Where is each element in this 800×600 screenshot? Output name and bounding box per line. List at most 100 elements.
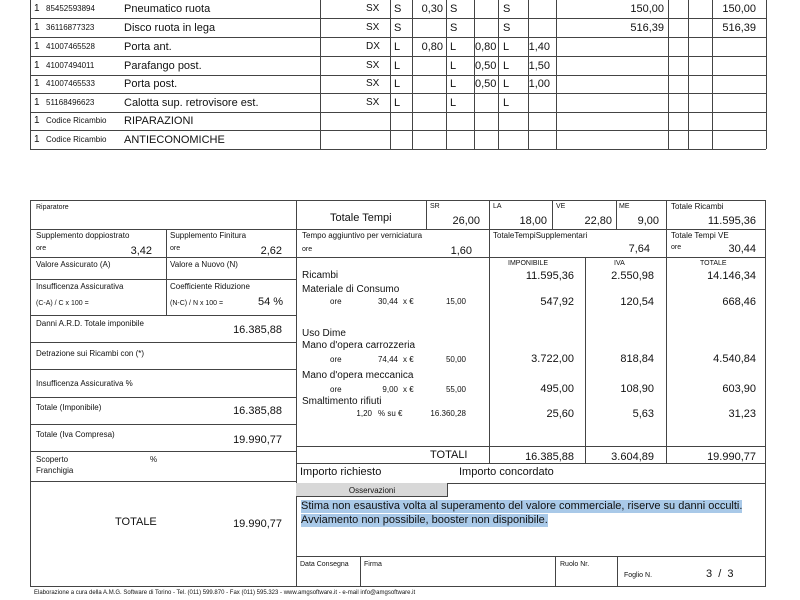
ricambi-iva: 2.550,98 bbox=[611, 270, 654, 282]
parts-cell-side: SX bbox=[366, 60, 380, 71]
materiale-unit: ore bbox=[330, 297, 342, 306]
me-label: ME bbox=[619, 203, 630, 210]
ve-label: VE bbox=[556, 203, 566, 210]
parts-cell-side: SX bbox=[366, 22, 380, 33]
parts-cell-c5: L bbox=[503, 60, 510, 72]
parts-cell-qty: 1 bbox=[34, 115, 40, 126]
importo-richiesto-label: Importo richiesto bbox=[300, 466, 382, 478]
data-consegna-label: Data Consegna bbox=[300, 561, 349, 568]
column-divider bbox=[390, 0, 391, 149]
supp-dopp-label: Supplemento doppiostrato bbox=[36, 231, 130, 240]
carrozzeria-rate: 50,00 bbox=[445, 355, 466, 364]
rifiuti-imponibile: 25,60 bbox=[546, 408, 574, 420]
parts-cell-c6: 1,00 bbox=[528, 78, 550, 90]
parts-cell-c4: 0,80 bbox=[475, 41, 497, 53]
totale-ricambi-value: 11.595,36 bbox=[707, 215, 756, 227]
parts-cell-c3: L bbox=[450, 97, 457, 109]
me-value: 9,00 bbox=[637, 215, 659, 227]
parts-cell-side: SX bbox=[366, 97, 380, 108]
parts-cell-total: 516,39 bbox=[722, 22, 756, 34]
parts-cell-desc: Porta ant. bbox=[124, 41, 172, 53]
foglio-label: Foglio N. bbox=[624, 572, 653, 579]
parts-cell-c1: S bbox=[394, 3, 402, 15]
danni-value: 16.385,88 bbox=[233, 324, 282, 336]
parts-cell-c3: S bbox=[450, 3, 458, 15]
parts-cell-c1: S bbox=[394, 22, 402, 34]
parts-cell-desc: Porta post. bbox=[124, 78, 178, 90]
parts-cell-code: Codice Ricambio bbox=[46, 116, 107, 125]
carrozzeria-iva: 818,84 bbox=[620, 353, 654, 365]
carrozzeria-imponibile: 3.722,00 bbox=[531, 353, 574, 365]
column-divider bbox=[320, 0, 321, 149]
materiale-imponibile: 547,92 bbox=[540, 296, 574, 308]
parts-cell-c1: L bbox=[394, 41, 401, 53]
column-divider bbox=[498, 0, 499, 149]
carrozzeria-label: Mano d'opera carrozzeria bbox=[302, 340, 416, 351]
meccanica-imponibile: 495,00 bbox=[540, 383, 574, 395]
uso-dime-label: Uso Dime bbox=[302, 328, 346, 339]
totale-imponibile-label: Totale (Imponibile) bbox=[36, 403, 102, 412]
rifiuti-base: 16.360,28 bbox=[430, 409, 466, 418]
parts-cell-price: 516,39 bbox=[630, 22, 664, 34]
osservazioni-text-line2[interactable]: Avviamento non possibile, booster non di… bbox=[301, 514, 548, 527]
parts-cell-c5: L bbox=[503, 41, 510, 53]
carrozzeria-totale: 4.540,84 bbox=[713, 353, 756, 365]
parts-cell-qty: 1 bbox=[34, 134, 40, 145]
parts-cell-qty: 1 bbox=[34, 78, 40, 89]
parts-cell-code: 85452593894 bbox=[46, 4, 95, 13]
parts-cell-qty: 1 bbox=[34, 60, 40, 71]
parts-cell-c1: L bbox=[394, 78, 401, 90]
parts-cell-c1: L bbox=[394, 97, 401, 109]
tempi-supplementari-label: TotaleTempiSupplementari bbox=[493, 231, 588, 240]
parts-cell-c5: S bbox=[503, 22, 511, 34]
row-divider bbox=[30, 18, 766, 19]
totale-header: TOTALE bbox=[700, 260, 727, 267]
firma-label: Firma bbox=[364, 561, 382, 568]
row-divider bbox=[30, 75, 766, 76]
insufficienza-pct-label: Insufficenza Assicurativa % bbox=[36, 379, 133, 388]
parts-cell-desc: Parafango post. bbox=[124, 60, 202, 72]
materiale-x: x € bbox=[403, 297, 414, 306]
imponibile-header: IMPONIBILE bbox=[508, 260, 549, 267]
rifiuti-x: % su € bbox=[378, 409, 403, 418]
parts-cell-code: 41007494011 bbox=[46, 61, 95, 70]
supp-fin-unit: ore bbox=[170, 245, 181, 252]
row-divider bbox=[30, 56, 766, 57]
parts-cell-c3: L bbox=[450, 41, 457, 53]
rifiuti-iva: 5,63 bbox=[632, 408, 654, 420]
column-divider bbox=[766, 0, 767, 149]
scoperto-label: Scoperto bbox=[36, 455, 69, 464]
totale-iva-label: Totale (Iva Compresa) bbox=[36, 430, 115, 439]
parts-cell-desc: Disco ruota in lega bbox=[124, 22, 216, 34]
column-divider bbox=[474, 0, 475, 149]
parts-cell-qty: 1 bbox=[34, 3, 40, 14]
parts-cell-desc: Calotta sup. retrovisore est. bbox=[124, 97, 259, 109]
column-divider bbox=[412, 0, 413, 149]
parts-cell-c1: L bbox=[394, 60, 401, 72]
parts-cell-side: SX bbox=[366, 78, 380, 89]
parts-cell-c3: L bbox=[450, 60, 457, 72]
valore-assicurato-label: Valore Assicurato (A) bbox=[36, 260, 111, 269]
insufficienza-formula: (C-A) / C x 100 = bbox=[36, 300, 89, 307]
meccanica-unit: ore bbox=[330, 385, 342, 394]
carrozzeria-hours: 74,44 bbox=[377, 355, 398, 364]
row-divider bbox=[30, 130, 766, 131]
la-label: LA bbox=[493, 203, 502, 210]
column-divider bbox=[668, 0, 669, 149]
materiale-hours: 30,44 bbox=[377, 297, 398, 306]
meccanica-label: Mano d'opera meccanica bbox=[302, 370, 414, 381]
supp-fin-value: 2,62 bbox=[260, 245, 282, 257]
materiale-iva: 120,54 bbox=[620, 296, 654, 308]
parts-cell-desc: RIPARAZIONI bbox=[124, 115, 194, 127]
totali-label: TOTALI bbox=[430, 449, 468, 461]
parts-cell-side: SX bbox=[366, 3, 380, 14]
franchigia-label: Franchigia bbox=[36, 466, 74, 475]
osservazioni-text-line1[interactable]: Stima non esaustiva volta al superamento… bbox=[301, 500, 743, 513]
meccanica-rate: 55,00 bbox=[445, 385, 466, 394]
meccanica-x: x € bbox=[403, 385, 414, 394]
parts-cell-total: 150,00 bbox=[722, 3, 756, 15]
meccanica-totale: 603,90 bbox=[722, 383, 756, 395]
totale-label: TOTALE bbox=[115, 516, 157, 528]
materiale-label: Materiale di Consumo bbox=[302, 284, 400, 295]
column-divider bbox=[528, 0, 529, 149]
